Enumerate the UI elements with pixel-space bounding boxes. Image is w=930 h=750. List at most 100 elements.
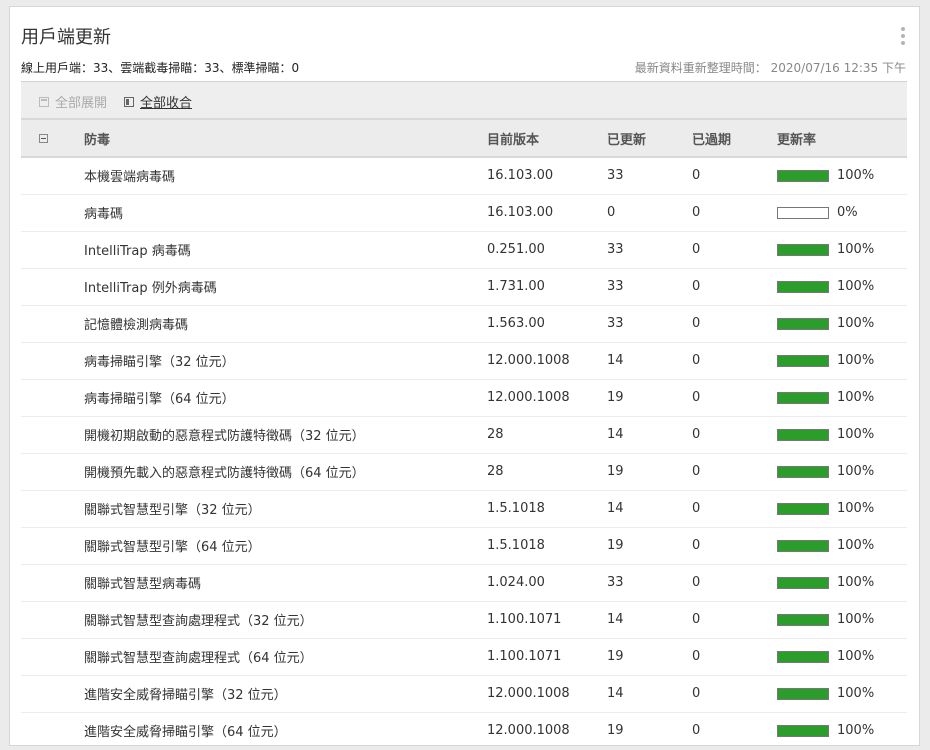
current-version: 1.563.00 xyxy=(487,316,545,331)
component-name: 開機初期啟動的惡意程式防護特徵碼（32 位元） xyxy=(84,429,365,444)
outdated-count: 0 xyxy=(692,612,701,627)
update-rate-cell: 100% xyxy=(777,490,907,527)
outdated-count: 0 xyxy=(692,353,701,368)
current-version: 16.103.00 xyxy=(487,168,554,184)
update-rate-bar xyxy=(777,280,829,293)
outdated-count: 0 xyxy=(692,538,701,553)
antivirus-update-table: 防毒 目前版本 已更新 已過期 更新率 本機雲端病毒碼 16.103.00 33 0 1… xyxy=(21,118,907,750)
update-rate-cell: 100% xyxy=(777,675,907,712)
refresh-timestamp: 最新資料重新整理時間： 2020/07/16 12:35 下午 xyxy=(634,61,906,75)
row-spacer xyxy=(21,157,84,194)
row-spacer xyxy=(21,638,84,675)
row-spacer xyxy=(21,379,84,416)
collapse-group-cell xyxy=(21,119,84,157)
panel-title: 用戶端更新 xyxy=(21,27,111,48)
update-rate-cell: 100% xyxy=(777,342,907,379)
update-rate-label: 100% xyxy=(837,464,875,479)
component-name: 記憶體檢測病毒碼 xyxy=(84,318,189,333)
row-spacer xyxy=(21,416,84,453)
update-rate-label: 100% xyxy=(837,575,875,590)
update-rate-bar xyxy=(777,465,829,478)
outdated-count: 0 xyxy=(692,649,701,664)
table-row: 本機雲端病毒碼 16.103.00 33 0 100% xyxy=(21,157,907,194)
current-version: 12.000.1008 xyxy=(487,686,570,701)
row-spacer xyxy=(21,231,84,268)
update-rate-label: 100% xyxy=(837,427,875,442)
updated-count: 0 xyxy=(607,205,616,220)
current-version: 12.000.1008 xyxy=(487,390,570,405)
component-name: 開機預先載入的惡意程式防護特徵碼（64 位元） xyxy=(84,466,365,481)
update-rate-fill xyxy=(778,429,828,440)
update-rate-cell: 100% xyxy=(777,638,907,675)
update-rate-fill xyxy=(778,577,828,588)
table-row: 關聯式智慧型引擎（32 位元） 1.5.1018 14 0 100% xyxy=(21,490,907,527)
updated-count: 33 xyxy=(607,575,624,590)
updated-count: 19 xyxy=(607,390,624,405)
update-rate-label: 100% xyxy=(837,612,875,627)
updated-count: 14 xyxy=(607,686,624,701)
update-rate-label: 100% xyxy=(837,538,875,553)
update-rate-fill xyxy=(778,503,828,514)
column-header-name: 防毒 xyxy=(84,132,111,148)
client-update-panel: 用戶端更新 線上用戶端：33、雲端截毒掃瞄：33、標準掃瞄：0 最新資料重新整理… xyxy=(9,6,920,749)
current-version: 1.5.1018 xyxy=(487,501,545,516)
update-rate-cell: 100% xyxy=(777,564,907,601)
component-name: 本機雲端病毒碼 xyxy=(84,170,176,186)
table-row: 病毒掃瞄引擎（32 位元） 12.000.1008 14 0 100% xyxy=(21,342,907,379)
update-rate-cell: 0% xyxy=(777,194,907,231)
current-version: 1.731.00 xyxy=(487,279,545,294)
update-rate-fill xyxy=(778,651,828,662)
update-rate-bar xyxy=(777,169,829,182)
update-rate-bar xyxy=(777,539,829,552)
update-rate-bar xyxy=(777,428,829,441)
update-rate-bar xyxy=(777,576,829,589)
update-rate-cell: 100% xyxy=(777,379,907,416)
update-rate-label: 100% xyxy=(837,316,875,331)
current-version: 28 xyxy=(487,427,504,442)
update-rate-fill xyxy=(778,170,828,181)
current-version: 16.103.00 xyxy=(487,205,554,220)
component-name: 病毒掃瞄引擎（32 位元） xyxy=(84,355,235,370)
current-version: 1.100.1071 xyxy=(487,649,562,664)
client-summary: 線上用戶端：33、雲端截毒掃瞄：33、標準掃瞄：0 xyxy=(21,61,300,75)
update-rate-fill xyxy=(778,688,828,699)
update-rate-label: 100% xyxy=(837,168,875,184)
update-rate-fill xyxy=(778,540,828,551)
component-name: 關聯式智慧型查詢處理程式（64 位元） xyxy=(84,651,313,666)
updated-count: 14 xyxy=(607,612,624,627)
collapse-group-icon[interactable] xyxy=(39,133,48,143)
update-rate-fill xyxy=(778,466,828,477)
update-rate-bar xyxy=(777,502,829,515)
current-version: 0.251.00 xyxy=(487,242,545,257)
outdated-count: 0 xyxy=(692,501,701,516)
update-rate-label: 100% xyxy=(837,501,875,516)
outdated-count: 0 xyxy=(692,168,701,184)
updated-count: 33 xyxy=(607,242,624,257)
update-rate-bar xyxy=(777,354,829,367)
table-row: IntelliTrap 例外病毒碼 1.731.00 33 0 100% xyxy=(21,268,907,305)
updated-count: 19 xyxy=(607,538,624,553)
current-version: 1.024.00 xyxy=(487,575,545,590)
component-name: IntelliTrap 例外病毒碼 xyxy=(84,281,217,296)
table-header-row: 防毒 目前版本 已更新 已過期 更新率 xyxy=(21,119,907,157)
update-rate-label: 100% xyxy=(837,242,875,257)
outdated-count: 0 xyxy=(692,427,701,442)
table-row: 關聯式智慧型引擎（64 位元） 1.5.1018 19 0 100% xyxy=(21,527,907,564)
collapse-all-button[interactable]: 全部收合 xyxy=(124,92,192,111)
row-spacer xyxy=(21,453,84,490)
component-name: 關聯式智慧型查詢處理程式（32 位元） xyxy=(84,614,313,629)
update-rate-bar xyxy=(777,650,829,663)
update-rate-fill xyxy=(778,614,828,625)
expand-all-button[interactable]: 全部展開 xyxy=(39,92,107,111)
row-spacer xyxy=(21,564,84,601)
row-spacer xyxy=(21,527,84,564)
more-options-icon[interactable] xyxy=(901,27,905,45)
updated-count: 19 xyxy=(607,464,624,479)
updated-count: 14 xyxy=(607,427,624,442)
outdated-count: 0 xyxy=(692,686,701,701)
update-rate-label: 0% xyxy=(837,205,858,220)
column-header-outdated: 已過期 xyxy=(692,132,732,148)
current-version: 28 xyxy=(487,464,504,479)
expand-all-label: 全部展開 xyxy=(55,96,108,111)
updated-count: 33 xyxy=(607,168,624,184)
